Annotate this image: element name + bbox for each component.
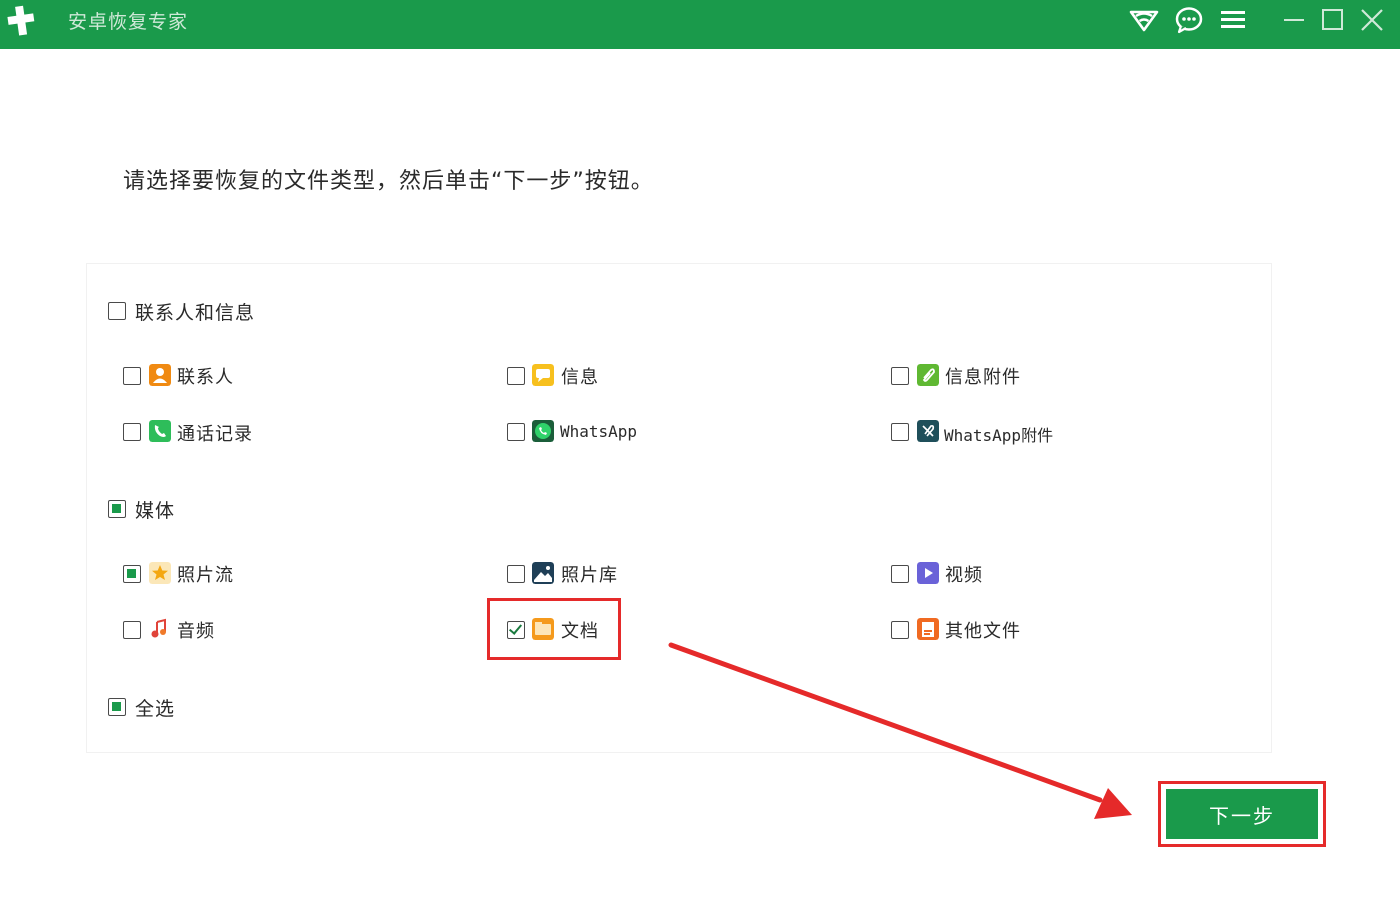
group-contacts-checkbox[interactable] <box>108 302 126 320</box>
message-attachments-checkbox[interactable] <box>891 367 909 385</box>
messages-checkbox[interactable] <box>507 367 525 385</box>
group-contacts-label: 联系人和信息 <box>135 302 256 324</box>
select-all-checkbox[interactable] <box>108 698 126 716</box>
chat-icon[interactable] <box>1173 6 1205 34</box>
title-bar: 安卓恢复专家 <box>0 0 1400 49</box>
other-files-label: 其他文件 <box>945 621 1021 642</box>
other-files-checkbox[interactable] <box>891 621 909 639</box>
image-icon <box>532 562 554 584</box>
video-label: 视频 <box>945 565 983 586</box>
call-log-label: 通话记录 <box>177 424 253 445</box>
group-media-label: 媒体 <box>135 500 176 522</box>
contacts-checkbox[interactable] <box>123 367 141 385</box>
next-button[interactable]: 下一步 <box>1166 789 1318 839</box>
call-log-checkbox[interactable] <box>123 423 141 441</box>
video-checkbox[interactable] <box>891 565 909 583</box>
select-all-label: 全选 <box>135 698 176 720</box>
photo-stream-checkbox[interactable] <box>123 565 141 583</box>
minimize-icon[interactable] <box>1278 6 1310 34</box>
music-icon <box>151 618 166 638</box>
file-type-panel <box>86 263 1272 753</box>
video-icon <box>917 562 939 584</box>
whatsapp-label: WhatsApp <box>560 422 638 441</box>
photo-stream-label: 照片流 <box>177 565 234 586</box>
whatsapp-attachments-checkbox[interactable] <box>891 423 909 441</box>
documents-highlight-box <box>487 598 621 660</box>
messages-label: 信息 <box>561 367 599 388</box>
star-icon <box>149 562 171 584</box>
photo-library-checkbox[interactable] <box>507 565 525 583</box>
contact-icon <box>149 364 171 386</box>
attachment-icon <box>917 364 939 386</box>
audio-label: 音频 <box>177 621 215 642</box>
whatsapp-attachments-label: WhatsApp附件 <box>944 426 1054 445</box>
whatsapp-attachment-icon <box>917 420 939 442</box>
group-media-checkbox[interactable] <box>108 500 126 518</box>
audio-checkbox[interactable] <box>123 621 141 639</box>
phone-icon <box>149 420 171 442</box>
contacts-label: 联系人 <box>177 367 234 388</box>
app-title: 安卓恢复专家 <box>68 11 189 33</box>
app-logo-icon <box>7 5 35 36</box>
photo-library-label: 照片库 <box>561 565 618 586</box>
message-attachments-label: 信息附件 <box>945 367 1021 388</box>
maximize-icon[interactable] <box>1316 6 1348 34</box>
whatsapp-checkbox[interactable] <box>507 423 525 441</box>
menu-icon[interactable] <box>1217 6 1249 34</box>
message-icon <box>532 364 554 386</box>
file-icon <box>917 618 939 640</box>
close-icon[interactable] <box>1356 6 1388 34</box>
wifi-icon[interactable] <box>1128 6 1160 34</box>
instruction-text: 请选择要恢复的文件类型，然后单击“下一步”按钮。 <box>123 169 654 194</box>
whatsapp-icon <box>532 420 554 442</box>
